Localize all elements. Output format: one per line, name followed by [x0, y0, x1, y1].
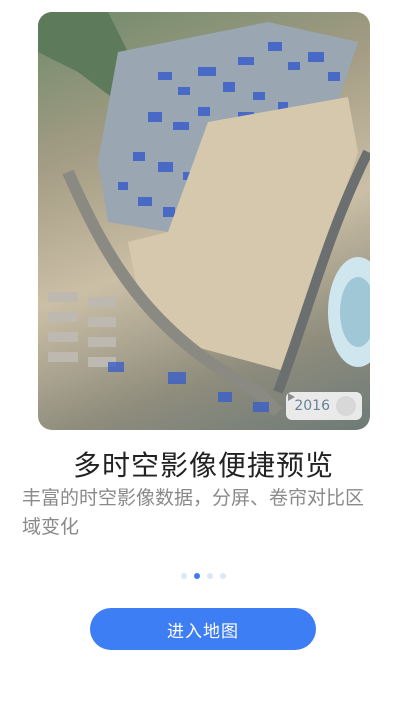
- satellite-preview-card: 2016: [38, 12, 370, 430]
- page-dot-active: [194, 573, 200, 579]
- satellite-image: [38, 12, 370, 417]
- page-dot: [181, 573, 187, 579]
- year-badge[interactable]: 2016: [286, 392, 362, 420]
- onboarding-title: 多时空影像便捷预览: [72, 449, 334, 482]
- year-label: 2016: [294, 398, 330, 414]
- onboarding-description: 丰富的时空影像数据，分屏、卷帘对比区域变化: [22, 487, 365, 538]
- play-icon[interactable]: [288, 393, 356, 416]
- page-indicator: [0, 573, 407, 579]
- enter-map-button[interactable]: 进入地图: [90, 608, 316, 650]
- page-dot: [220, 573, 226, 579]
- page-dot: [207, 573, 213, 579]
